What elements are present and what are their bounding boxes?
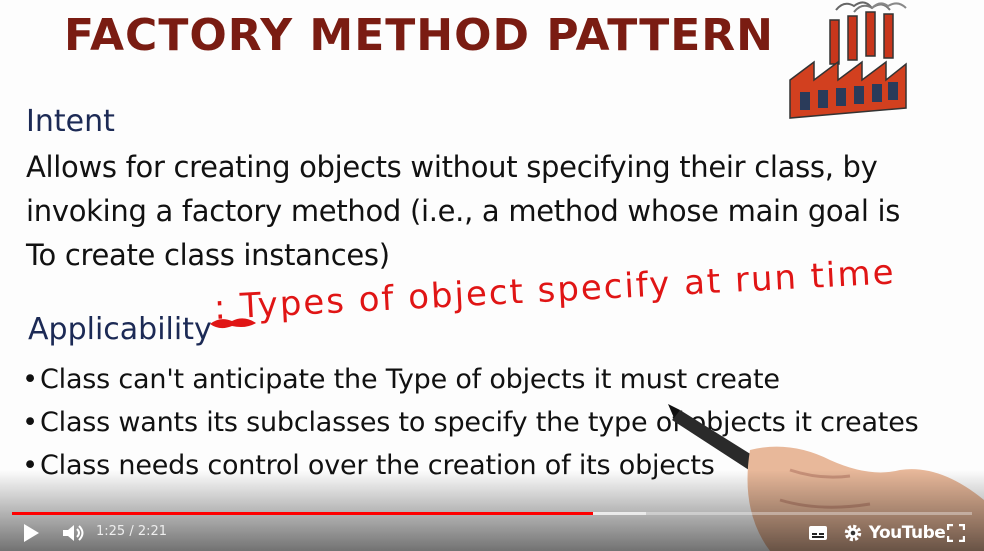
intent-line: Allows for creating objects without spec… [26, 150, 878, 184]
intent-heading: Intent [26, 104, 115, 139]
current-time: 1:25 [96, 524, 126, 539]
bullet-dot: • [22, 364, 38, 395]
volume-button[interactable] [58, 520, 88, 546]
youtube-logo-link[interactable]: YouTube [869, 520, 946, 546]
video-frame[interactable]: FACTORY METHOD PATTERN Intent Allows for… [0, 0, 984, 551]
settings-button[interactable] [840, 520, 866, 546]
intent-line: invoking a factory method (i.e., a metho… [26, 194, 901, 228]
captions-button[interactable] [806, 520, 830, 546]
slide-title: FACTORY METHOD PATTERN [64, 10, 774, 61]
applicability-heading: Applicability [28, 312, 212, 347]
time-separator: / [129, 524, 134, 539]
gear-icon [844, 524, 862, 542]
fullscreen-icon [947, 524, 965, 542]
intent-line: To create class instances) [26, 238, 390, 272]
captions-icon [809, 526, 827, 540]
factory-icon [789, 1, 907, 119]
play-button[interactable] [18, 520, 44, 546]
fullscreen-button[interactable] [944, 520, 968, 546]
progress-played [12, 512, 593, 515]
volume-icon [63, 525, 84, 541]
time-display: 1:25 / 2:21 [96, 524, 167, 539]
progress-bar[interactable] [12, 512, 972, 515]
bullet-dot: • [22, 407, 38, 438]
play-icon [24, 524, 39, 542]
duration: 2:21 [137, 524, 168, 539]
